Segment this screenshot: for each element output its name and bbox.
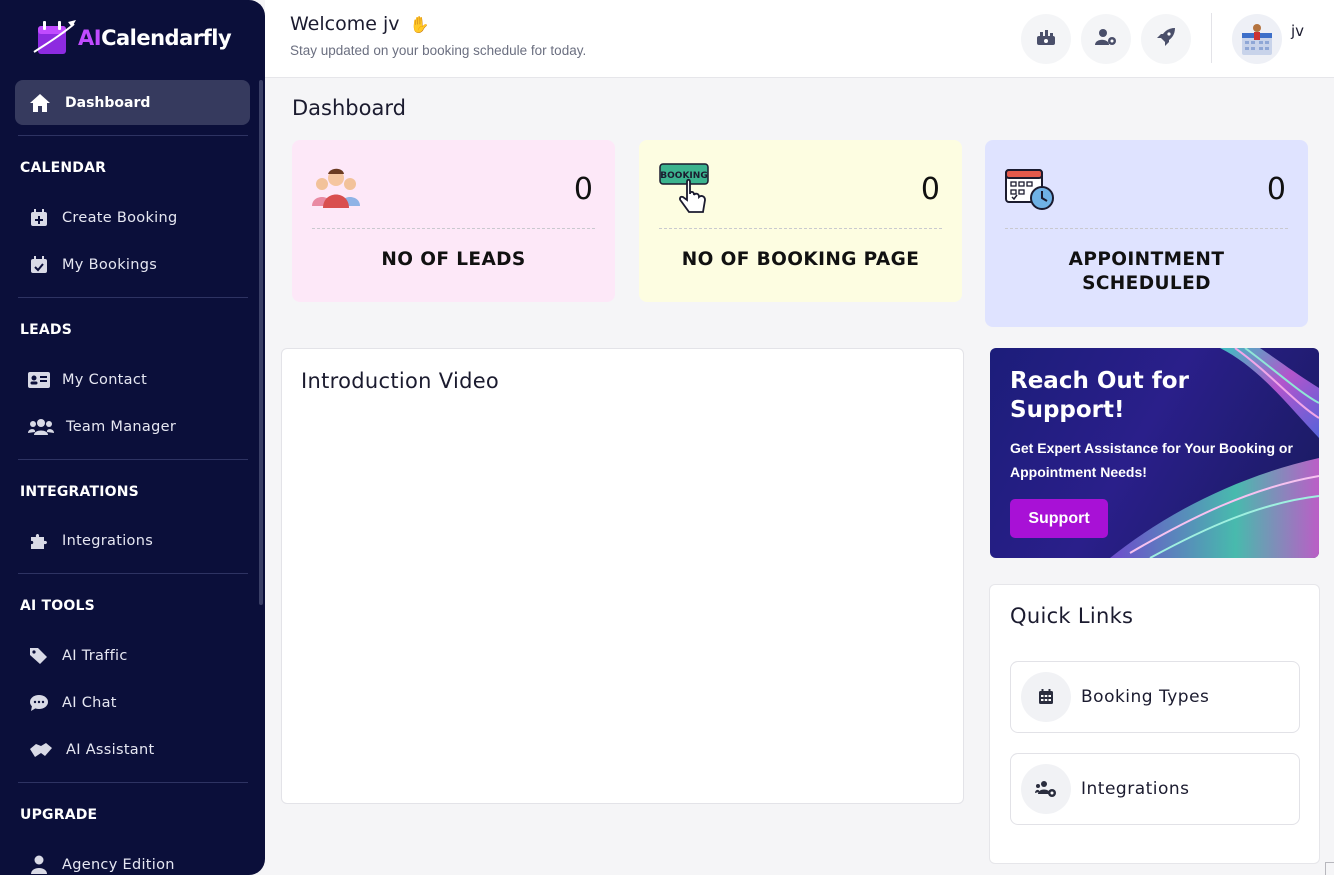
- avatar[interactable]: [1232, 14, 1282, 64]
- handshake-icon: [28, 740, 54, 760]
- sidebar-scrollbar[interactable]: [259, 80, 263, 605]
- divider: [18, 135, 248, 136]
- calendar-grid-icon: [1021, 672, 1071, 722]
- stat-card-booking-page: BOOKING 0 NO OF BOOKING PAGE: [639, 140, 962, 302]
- dashboard-chart-button[interactable]: [1021, 14, 1071, 64]
- support-banner: Reach Out for Support! Get Expert Assist…: [990, 348, 1319, 558]
- sidebar-item-my-bookings[interactable]: My Bookings: [28, 255, 157, 275]
- user-settings-button[interactable]: [1081, 14, 1131, 64]
- dashed-divider: [312, 228, 595, 229]
- section-title-ai-tools: AI TOOLS: [20, 598, 95, 614]
- logo[interactable]: AICalendarfly: [32, 18, 232, 58]
- svg-text:BOOKING: BOOKING: [660, 171, 707, 181]
- dashed-divider: [659, 228, 942, 229]
- dashboard-chart-icon: [1036, 28, 1056, 50]
- sidebar-item-label: Agency Edition: [62, 857, 175, 873]
- section-title-leads: LEADS: [20, 322, 73, 338]
- puzzle-icon: [28, 531, 50, 551]
- quick-link-booking-types[interactable]: Booking Types: [1010, 661, 1300, 733]
- stat-card-leads: 0 NO OF LEADS: [292, 140, 615, 302]
- tags-icon: [28, 646, 50, 666]
- stat-label: NO OF BOOKING PAGE: [681, 249, 920, 270]
- sidebar-item-label: AI Chat: [62, 695, 117, 711]
- stat-value: 0: [573, 172, 593, 207]
- welcome-title: Welcome jv ✋: [290, 13, 430, 35]
- stat-value: 0: [920, 172, 940, 207]
- quick-links-panel: Quick Links Booking Types Integrations: [989, 584, 1320, 864]
- top-header: Welcome jv ✋ Stay updated on your booking…: [265, 0, 1334, 78]
- stat-label: NO OF LEADS: [381, 249, 526, 270]
- user-settings-icon: [1095, 28, 1117, 50]
- sidebar-item-agency-edition[interactable]: Agency Edition: [28, 855, 175, 875]
- rocket-button[interactable]: [1141, 14, 1191, 64]
- sidebar-item-create-booking[interactable]: Create Booking: [28, 208, 178, 228]
- sidebar-item-ai-traffic[interactable]: AI Traffic: [28, 646, 128, 666]
- contact-card-icon: [28, 370, 50, 390]
- booking-click-icon: BOOKING: [659, 162, 711, 220]
- sidebar-item-team-manager[interactable]: Team Manager: [28, 417, 176, 437]
- support-button[interactable]: Support: [1010, 499, 1108, 538]
- section-title-integrations: INTEGRATIONS: [20, 484, 139, 500]
- stat-value: 0: [1266, 172, 1286, 207]
- header-separator: [1211, 13, 1212, 63]
- section-title-upgrade: UPGRADE: [20, 807, 98, 823]
- dashed-divider: [1005, 228, 1288, 229]
- sidebar-item-dashboard[interactable]: Dashboard: [15, 80, 250, 125]
- stat-card-appointments: 0 APPOINTMENT SCHEDULED: [985, 140, 1308, 327]
- sidebar-item-label: AI Traffic: [62, 648, 128, 664]
- users-icon: [28, 417, 54, 437]
- user-icon: [28, 855, 50, 875]
- sidebar-item-label: Create Booking: [62, 210, 178, 226]
- calendar-check-icon: [28, 255, 50, 275]
- support-description: Get Expert Assistance for Your Booking o…: [1010, 440, 1293, 480]
- calendar-plus-icon: [28, 208, 50, 228]
- section-title-calendar: CALENDAR: [20, 160, 107, 176]
- sidebar-item-label: Integrations: [62, 533, 154, 549]
- divider: [18, 297, 248, 298]
- username[interactable]: jv: [1291, 22, 1304, 40]
- sidebar-item-label: Dashboard: [65, 94, 151, 111]
- calendar-logo-icon: [32, 18, 76, 58]
- sidebar-item-integrations[interactable]: Integrations: [28, 531, 153, 551]
- welcome-subtitle: Stay updated on your booking schedule fo…: [290, 43, 587, 58]
- support-title: Reach Out for Support!: [1010, 368, 1189, 423]
- introduction-video-panel[interactable]: Introduction Video: [281, 348, 964, 804]
- home-icon: [29, 92, 51, 114]
- divider: [18, 782, 248, 783]
- logo-text: AICalendarfly: [78, 26, 232, 50]
- divider: [18, 459, 248, 460]
- resize-corner: [1325, 862, 1334, 875]
- quick-links-title: Quick Links: [1010, 604, 1134, 628]
- sidebar-item-label: Team Manager: [66, 419, 177, 435]
- sidebar-item-label: My Contact: [62, 372, 148, 388]
- sidebar-item-label: My Bookings: [62, 257, 158, 273]
- calendar-clock-icon: [1004, 164, 1056, 216]
- divider: [18, 573, 248, 574]
- users-cog-icon: [1021, 764, 1071, 814]
- waving-hand-icon: ✋: [409, 15, 430, 34]
- sidebar: AICalendarfly Dashboard CALENDAR Create …: [0, 0, 265, 875]
- sidebar-item-ai-chat[interactable]: AI Chat: [28, 693, 117, 713]
- stat-label: APPOINTMENT SCHEDULED: [1068, 249, 1225, 294]
- people-icon: [310, 164, 362, 212]
- page-title: Dashboard: [292, 96, 406, 120]
- quick-link-label: Booking Types: [1081, 687, 1210, 707]
- sidebar-item-label: AI Assistant: [66, 742, 155, 758]
- rocket-icon: [1156, 27, 1176, 51]
- chat-icon: [28, 693, 50, 713]
- video-title: Introduction Video: [301, 369, 500, 393]
- sidebar-item-ai-assistant[interactable]: AI Assistant: [28, 740, 154, 760]
- quick-link-integrations[interactable]: Integrations: [1010, 753, 1300, 825]
- sidebar-item-my-contact[interactable]: My Contact: [28, 370, 147, 390]
- quick-link-label: Integrations: [1081, 779, 1190, 799]
